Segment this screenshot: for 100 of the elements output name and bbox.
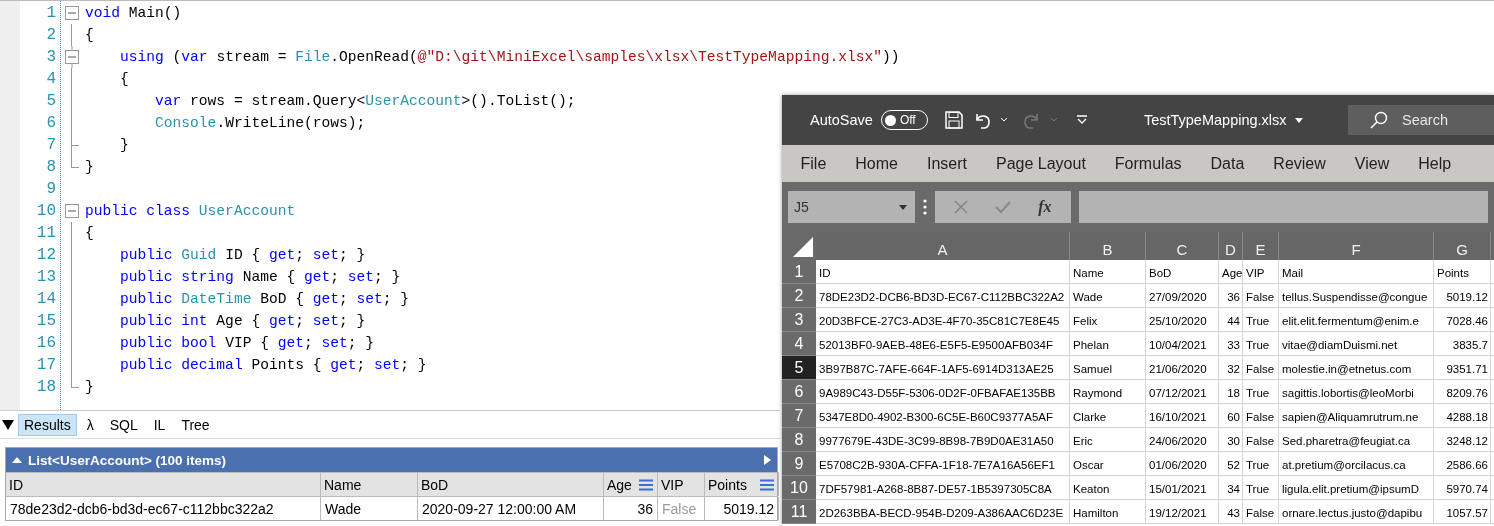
- row-header[interactable]: 3: [782, 308, 816, 332]
- results-tab[interactable]: Results: [18, 413, 77, 436]
- sheet-cell: Keaton: [1070, 476, 1146, 500]
- column-header[interactable]: C: [1146, 232, 1219, 260]
- code-line: public class UserAccount: [85, 203, 296, 219]
- formula-input[interactable]: [1079, 191, 1488, 223]
- ribbon-tab[interactable]: File: [786, 154, 841, 173]
- sheet-cell: 8209.76: [1434, 380, 1491, 404]
- sheet-cell: 9977679E-43DE-3C99-8B98-7B9D0AE31A50: [816, 428, 1070, 452]
- row-header[interactable]: 9: [782, 452, 816, 476]
- column-header[interactable]: VIP: [658, 472, 705, 496]
- line-number: 4: [45, 69, 57, 90]
- column-header[interactable]: ID: [6, 472, 321, 496]
- sheet-cell: 5970.74: [1434, 476, 1491, 500]
- sheet-cell: 34: [1219, 476, 1243, 500]
- row-header[interactable]: 1: [782, 260, 816, 284]
- sheet-cell: 3248.12: [1434, 428, 1491, 452]
- ribbon-tab[interactable]: View: [1340, 154, 1404, 173]
- sheet-cell: 33: [1219, 332, 1243, 356]
- insert-function-button[interactable]: fx: [1038, 198, 1052, 216]
- sheet-cell: 27/09/2020: [1146, 284, 1219, 308]
- column-label: ID: [9, 476, 23, 493]
- sheet-cell: Hamilton: [1070, 500, 1146, 524]
- code-line: {: [85, 27, 94, 43]
- file-name[interactable]: TestTypeMapping.xlsx: [1143, 112, 1287, 128]
- code-line: public Guid ID { get; set; }: [119, 247, 366, 263]
- sheet-cell: Age: [1219, 260, 1243, 284]
- code-line: void Main(): [85, 5, 182, 21]
- sheet-cell: 7DF57981-A268-8B87-DE57-1B5397305C8A: [816, 476, 1070, 500]
- expand-icon[interactable]: [764, 455, 771, 465]
- column-header[interactable]: B: [1070, 232, 1146, 260]
- sheet-cell: 10/04/2021: [1146, 332, 1219, 356]
- sheet-cell: tellus.Suspendisse@congue: [1279, 284, 1434, 308]
- caret-icon[interactable]: [1294, 117, 1303, 123]
- code-line: public string Name { get; set; }: [119, 269, 401, 285]
- code-line: using (var stream = File.OpenRead(@"D:\git\MiniExcel\samples\xlsx\TestTypeMapping.xlsx")): [119, 49, 900, 65]
- code-line: Console.WriteLine(rows);: [154, 115, 366, 131]
- table-cell: 2020-09-27 12:00:00 AM: [418, 497, 604, 520]
- search-field[interactable]: Search: [1348, 105, 1494, 135]
- row-header[interactable]: 7: [782, 404, 816, 428]
- column-header[interactable]: Points: [705, 472, 779, 496]
- sheet-cell: vitae@diamDuismi.net: [1279, 332, 1434, 356]
- menu-icon[interactable]: [759, 478, 775, 491]
- sheet-cell: 16/10/2021: [1146, 404, 1219, 428]
- sheet-cell: 7028.46: [1434, 308, 1491, 332]
- table-title: List<UserAccount> (100 items): [28, 452, 228, 468]
- column-header[interactable]: A: [816, 232, 1070, 260]
- sheet-cell: 36: [1219, 284, 1243, 308]
- row-header[interactable]: 6: [782, 380, 816, 404]
- sheet-cell: at.pretium@orcilacus.ca: [1279, 452, 1434, 476]
- sheet-cell: False: [1243, 404, 1279, 428]
- sheet-cell: 15/01/2021: [1146, 476, 1219, 500]
- column-label: VIP: [661, 476, 684, 493]
- results-tab[interactable]: λ: [80, 413, 100, 436]
- row-header[interactable]: 11: [782, 500, 816, 524]
- ribbon-tab[interactable]: Page Layout: [981, 154, 1101, 173]
- row-header[interactable]: 10: [782, 476, 816, 500]
- column-header[interactable]: Name: [321, 472, 418, 496]
- code-line: }: [85, 159, 94, 175]
- select-all-icon[interactable]: [793, 237, 813, 257]
- line-number: 11: [35, 223, 57, 244]
- sheet-cell: 60: [1219, 404, 1243, 428]
- results-tab[interactable]: IL: [147, 413, 172, 436]
- ribbon-tab[interactable]: Help: [1403, 154, 1466, 173]
- row-header[interactable]: 5: [782, 356, 816, 380]
- sheet-cell: ornare.lectus.justo@dapibu: [1279, 500, 1434, 524]
- sheet-cell: 3835.7: [1434, 332, 1491, 356]
- table-cell: 36: [604, 497, 658, 520]
- sheet-cell: True: [1243, 476, 1279, 500]
- sheet-cell: molestie.in@etnetus.com: [1279, 356, 1434, 380]
- sheet-cell: Points: [1434, 260, 1491, 284]
- column-header[interactable]: G: [1434, 232, 1491, 260]
- sheet-cell: 07/12/2021: [1146, 380, 1219, 404]
- sheet-cell: Clarke: [1070, 404, 1146, 428]
- row-header[interactable]: 2: [782, 284, 816, 308]
- column-header[interactable]: F: [1279, 232, 1434, 260]
- save-icon[interactable]: [943, 110, 964, 130]
- results-tab[interactable]: SQL: [103, 413, 144, 436]
- sheet-cell: True: [1243, 452, 1279, 476]
- column-header[interactable]: E: [1243, 232, 1279, 260]
- ribbon-tab[interactable]: Data: [1196, 154, 1259, 173]
- column-header[interactable]: Age: [604, 472, 658, 496]
- ribbon-tab[interactable]: Review: [1258, 154, 1341, 173]
- customize-icon[interactable]: [1075, 115, 1088, 125]
- table-cell: 5019.12: [705, 497, 779, 520]
- more-icon[interactable]: [923, 199, 927, 215]
- row-header[interactable]: 8: [782, 428, 816, 452]
- sheet-cell: ID: [816, 260, 1070, 284]
- column-header[interactable]: D: [1219, 232, 1243, 260]
- column-header[interactable]: BoD: [418, 472, 604, 496]
- results-tab[interactable]: Tree: [175, 413, 216, 436]
- menu-icon[interactable]: [638, 478, 654, 491]
- sheet-cell: 01/06/2020: [1146, 452, 1219, 476]
- ribbon-tab[interactable]: Home: [840, 154, 913, 173]
- collapse-icon[interactable]: [2, 419, 14, 430]
- ribbon-tab[interactable]: Insert: [912, 154, 982, 173]
- name-box[interactable]: J5: [788, 191, 915, 223]
- ribbon-tab[interactable]: Formulas: [1100, 154, 1197, 173]
- row-header[interactable]: 4: [782, 332, 816, 356]
- check-icon[interactable]: [995, 200, 1012, 214]
